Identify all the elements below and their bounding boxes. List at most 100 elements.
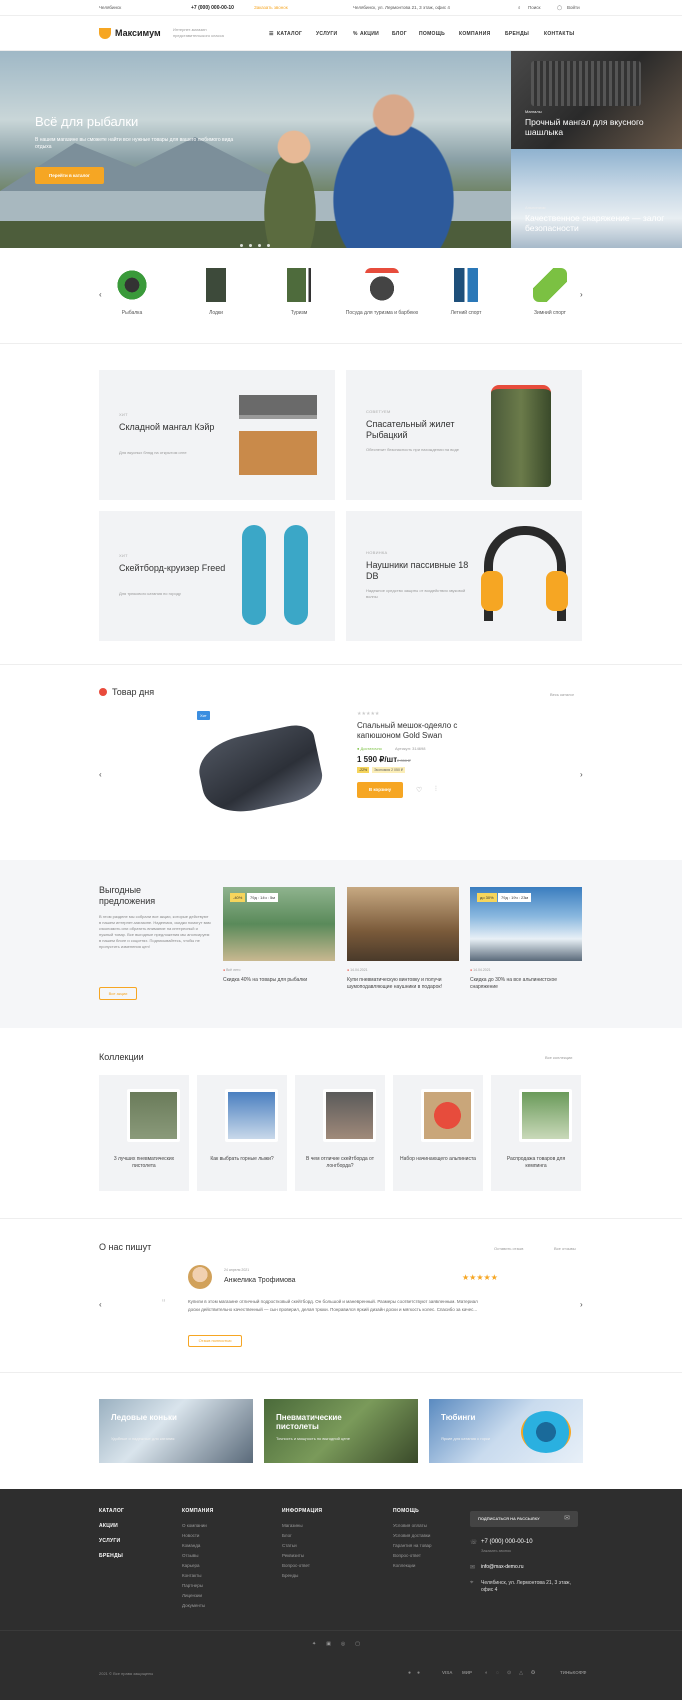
footer-link[interactable]: Реквизиты bbox=[282, 1553, 304, 1558]
review-next-icon[interactable]: › bbox=[580, 1300, 583, 1309]
footer-link[interactable]: Новости bbox=[182, 1533, 199, 1538]
search-link[interactable]: Поиск bbox=[528, 5, 540, 10]
nav-company[interactable]: КОМПАНИЯ bbox=[459, 31, 491, 37]
footer-link[interactable]: Коллекции bbox=[393, 1563, 415, 1568]
nav-services[interactable]: УСЛУГИ bbox=[316, 31, 337, 37]
all-offers-button[interactable]: Все акции bbox=[99, 987, 137, 1000]
footer-email[interactable]: info@max-demo.ru bbox=[481, 1564, 524, 1570]
footer-help-title: ПОМОЩЬ bbox=[393, 1508, 420, 1514]
divider bbox=[0, 1218, 682, 1219]
city-selector[interactable]: Челябинск bbox=[99, 5, 121, 10]
footer-link[interactable]: Карьера bbox=[182, 1563, 199, 1568]
footer-link[interactable]: О компании bbox=[182, 1523, 207, 1528]
category-cookware[interactable]: Посуда для туризма и барбекю bbox=[342, 268, 422, 316]
boat-icon bbox=[199, 268, 233, 302]
promo-desc: Для трюкового катания по городу bbox=[119, 591, 181, 596]
review-stars: ★★★★★ bbox=[462, 1273, 498, 1282]
slide-dot[interactable] bbox=[267, 244, 270, 247]
footer-link[interactable]: Лицензии bbox=[182, 1593, 202, 1598]
banner-sub: Яркие для катания с горки bbox=[441, 1436, 491, 1441]
offer-date: ● 14.04.2021 bbox=[470, 968, 491, 972]
full-review-button[interactable]: Отзыв полностью bbox=[188, 1335, 242, 1347]
collection-card[interactable]: 3 лучших пневматических пистолета bbox=[99, 1075, 189, 1191]
nav-blog[interactable]: БЛОГ bbox=[392, 31, 407, 37]
nav-sales[interactable]: АКЦИИ bbox=[360, 31, 379, 37]
category-winter-sport[interactable]: Зимний спорт bbox=[510, 268, 590, 316]
slide-dot[interactable] bbox=[258, 244, 261, 247]
promo-card-grill[interactable]: ХИТ Складной мангал Кэйр Для вкусных блю… bbox=[99, 370, 335, 500]
nav-contacts[interactable]: КОНТАКТЫ bbox=[544, 31, 574, 37]
footer-link[interactable]: Условия оплаты bbox=[393, 1523, 427, 1528]
leave-review-link[interactable]: Оставить отзыв bbox=[494, 1246, 523, 1251]
sleeping-bag-image[interactable] bbox=[193, 721, 327, 820]
side-banner-grill[interactable]: Мангалы Прочный мангал для вкусного шашл… bbox=[511, 51, 682, 149]
footer-link[interactable]: Партнеры bbox=[182, 1583, 203, 1588]
add-to-cart-button[interactable]: В корзину bbox=[357, 782, 403, 798]
user-icon[interactable]: ◯ bbox=[557, 5, 562, 11]
slide-dot[interactable] bbox=[249, 244, 252, 247]
category-fishing[interactable]: Рыбалка bbox=[92, 268, 172, 316]
promo-card-headphones[interactable]: НОВИНКА Наушники пассивные 18 DB Надежно… bbox=[346, 511, 582, 641]
side-banner-title: Прочный мангал для вкусного шашлыка bbox=[525, 117, 644, 137]
review-prev-icon[interactable]: ‹ bbox=[99, 1300, 102, 1309]
footer-catalog[interactable]: КАТАЛОГ bbox=[99, 1508, 124, 1514]
offer-title[interactable]: Купи пневматическую винтовку и получи шу… bbox=[347, 977, 459, 991]
collection-card[interactable]: В чем отличие скейтборда от лонгборда? bbox=[295, 1075, 385, 1191]
all-reviews-link[interactable]: Все отзывы bbox=[554, 1246, 576, 1251]
footer-link[interactable]: Команда bbox=[182, 1543, 200, 1548]
side-banner-sub: Мангалы bbox=[525, 109, 542, 114]
promo-card-vest[interactable]: СОВЕТУЕМ Спасательный жилет Рыбацкий Обе… bbox=[346, 370, 582, 500]
heart-icon[interactable]: ♡ bbox=[416, 786, 422, 794]
footer-link[interactable]: Статьи bbox=[282, 1543, 297, 1548]
collection-card[interactable]: Как выбрать горные лыжи? bbox=[197, 1075, 287, 1191]
footer-link[interactable]: Вопрос-ответ bbox=[282, 1563, 310, 1568]
all-catalog-link[interactable]: Весь каталог bbox=[550, 692, 574, 697]
collection-image bbox=[421, 1089, 474, 1142]
footer-phone[interactable]: +7 (000) 000-00-10 bbox=[481, 1539, 533, 1545]
offer-title[interactable]: Скидка 40% на товары для рыбалки bbox=[223, 977, 335, 984]
footer-link[interactable]: Блог bbox=[282, 1533, 292, 1538]
callback-link[interactable]: Заказать звонок bbox=[254, 5, 288, 10]
compare-icon[interactable]: ⫶ bbox=[435, 786, 437, 794]
footer-services[interactable]: УСЛУГИ bbox=[99, 1538, 120, 1544]
side-banner-climbing[interactable]: Альпинизм Качественное снаряжение — зало… bbox=[511, 149, 682, 248]
collection-card[interactable]: Распродажа товаров для кемпинга bbox=[491, 1075, 581, 1191]
promo-card-skateboard[interactable]: ХИТ Скейтборд-круизер Freed Для трюковог… bbox=[99, 511, 335, 641]
nav-help[interactable]: ПОМОЩЬ bbox=[419, 31, 445, 37]
nav-catalog[interactable]: КАТАЛОГ bbox=[277, 31, 302, 37]
category-tourism[interactable]: Туризм bbox=[259, 268, 339, 316]
search-icon[interactable]: ⌕ bbox=[518, 5, 521, 10]
footer-link[interactable]: Гарантия на товар bbox=[393, 1543, 432, 1548]
slide-dot[interactable] bbox=[240, 244, 243, 247]
hero-catalog-button[interactable]: Перейти в каталог bbox=[35, 167, 104, 184]
brand-name[interactable]: Максимум bbox=[115, 28, 161, 38]
offer-image-rifle[interactable] bbox=[347, 887, 459, 961]
footer-link[interactable]: Вопрос-ответ bbox=[393, 1553, 421, 1558]
footer-link[interactable]: Бренды bbox=[282, 1573, 298, 1578]
banner-skates[interactable]: Ледовые коньки Удобные и надежные для ка… bbox=[99, 1399, 253, 1463]
day-next-icon[interactable]: › bbox=[580, 770, 583, 779]
product-name[interactable]: Спальный мешок-одеяло с капюшоном Gold S… bbox=[357, 721, 477, 741]
footer-brands[interactable]: БРЕНДЫ bbox=[99, 1553, 123, 1559]
footer-callback[interactable]: Заказать звонок bbox=[481, 1548, 511, 1553]
footer-link[interactable]: Отзывы bbox=[182, 1553, 198, 1558]
subscribe-button[interactable]: ПОДПИСАТЬСЯ НА РАССЫЛКУ ✉ bbox=[470, 1511, 578, 1527]
footer-sales[interactable]: АКЦИИ bbox=[99, 1523, 118, 1529]
promo-title: Складной мангал Кэйр bbox=[119, 422, 215, 432]
collection-card[interactable]: Набор начинающего альпиниста bbox=[393, 1075, 483, 1191]
footer-link[interactable]: Документы bbox=[182, 1603, 205, 1608]
social-icons[interactable]: ✦▣◎▢ bbox=[312, 1641, 370, 1647]
top-phone[interactable]: +7 (000) 000-00-10 bbox=[191, 5, 234, 11]
login-link[interactable]: Войти bbox=[567, 5, 580, 10]
banner-tubes[interactable]: Тюбинги Яркие для катания с горки bbox=[429, 1399, 583, 1463]
category-boats[interactable]: Лодки bbox=[176, 268, 256, 316]
all-collections-link[interactable]: Все коллекции bbox=[545, 1055, 572, 1060]
footer-link[interactable]: Магазины bbox=[282, 1523, 303, 1528]
nav-brands[interactable]: БРЕНДЫ bbox=[505, 31, 529, 37]
footer-link[interactable]: Условия доставки bbox=[393, 1533, 430, 1538]
day-prev-icon[interactable]: ‹ bbox=[99, 770, 102, 779]
banner-pistols[interactable]: Пневматические пистолеты Точность и мощн… bbox=[264, 1399, 418, 1463]
offer-title[interactable]: Скидка до 30% на все альпинистское снаря… bbox=[470, 977, 582, 991]
footer-link[interactable]: Контакты bbox=[182, 1573, 201, 1578]
category-summer-sport[interactable]: Летний спорт bbox=[426, 268, 506, 316]
